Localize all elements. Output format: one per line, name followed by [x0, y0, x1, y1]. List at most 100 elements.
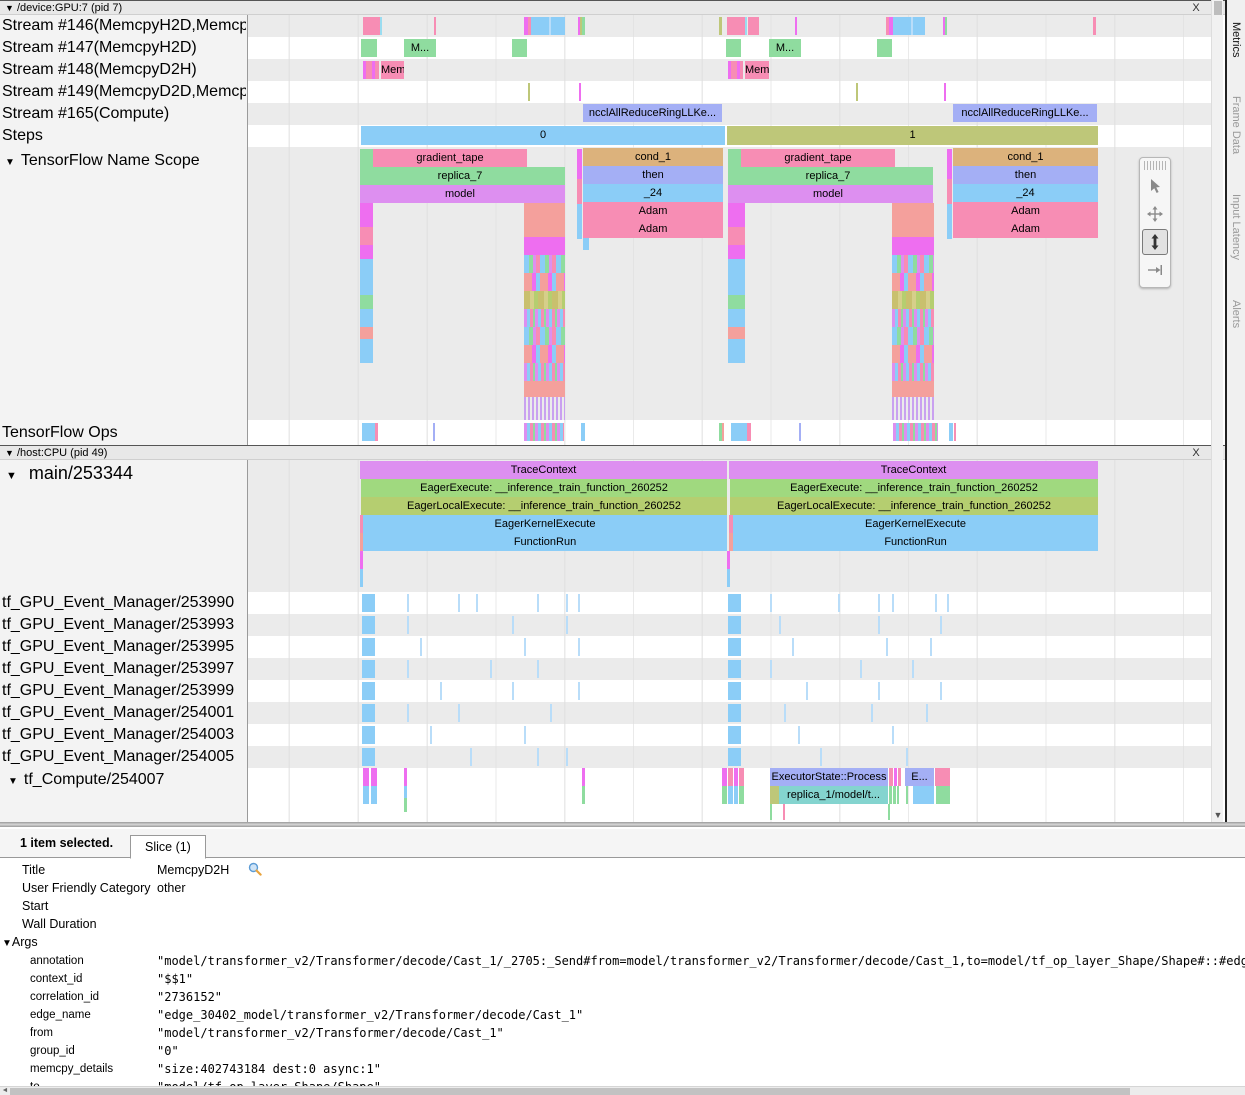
flame-column[interactable] — [577, 149, 582, 239]
trace-slice[interactable] — [407, 594, 409, 612]
trace-slice[interactable] — [458, 594, 460, 612]
trace-slice-tracecontext[interactable]: TraceContext — [729, 461, 1098, 479]
trace-slice[interactable] — [838, 594, 840, 612]
trace-slice[interactable] — [935, 768, 950, 786]
trace-slice[interactable] — [371, 786, 377, 804]
track-label-tf-compute[interactable]: ▼tf_Compute/254007 — [8, 769, 246, 793]
trace-slice[interactable] — [856, 83, 858, 101]
trace-slice[interactable] — [434, 17, 436, 35]
trace-slice[interactable] — [770, 594, 772, 612]
op-slice[interactable] — [747, 423, 751, 441]
scope-bar-label[interactable]: Adam — [583, 220, 723, 238]
trace-slice[interactable] — [770, 786, 779, 804]
trace-slice[interactable] — [728, 726, 741, 744]
trace-slice[interactable] — [728, 748, 741, 766]
scroll-left-arrow-icon[interactable]: ◄ — [0, 1087, 10, 1095]
trace-slice[interactable] — [363, 17, 380, 35]
op-slice[interactable] — [949, 423, 953, 441]
trace-slice[interactable] — [727, 569, 730, 587]
trace-slice[interactable] — [360, 551, 363, 569]
trace-slice[interactable] — [728, 786, 733, 804]
trace-slice[interactable] — [728, 682, 741, 700]
select-tool-button[interactable] — [1142, 173, 1168, 199]
trace-slice[interactable] — [745, 17, 747, 35]
trace-slice[interactable] — [371, 768, 377, 786]
trace-slice-nccl[interactable]: ncclAllReduceRingLLKe... — [953, 104, 1097, 122]
trace-slice[interactable] — [947, 594, 949, 612]
trace-slice[interactable] — [361, 39, 377, 57]
trace-slice[interactable] — [582, 786, 585, 804]
trace-slice-nccl[interactable]: ncclAllReduceRingLLKe... — [583, 104, 722, 122]
trace-slice-eager-local-execute[interactable]: EagerLocalExecute: __inference_train_fun… — [361, 497, 727, 515]
flame-column[interactable] — [524, 203, 565, 420]
trace-slice[interactable] — [728, 660, 741, 678]
trace-slice[interactable] — [728, 704, 741, 722]
trace-slice[interactable] — [892, 594, 894, 612]
trace-slice[interactable] — [722, 786, 727, 804]
trace-slice[interactable] — [739, 786, 744, 804]
op-slice[interactable] — [731, 423, 747, 441]
trace-slice[interactable] — [578, 638, 580, 656]
trace-slice[interactable] — [779, 616, 781, 634]
scope-bar[interactable]: gradient_tape — [741, 149, 895, 167]
trace-slice[interactable] — [360, 569, 363, 587]
trace-slice[interactable] — [860, 660, 862, 678]
trace-slice[interactable] — [362, 704, 375, 722]
trace-slice[interactable] — [878, 594, 880, 612]
scope-bar-label[interactable]: replica_7 — [758, 167, 898, 185]
trace-slice[interactable] — [726, 39, 741, 57]
trace-slice[interactable] — [727, 551, 730, 569]
scrollbar-thumb[interactable] — [10, 1088, 1130, 1095]
trace-slice[interactable] — [404, 798, 407, 812]
timing-tool-button[interactable] — [1142, 257, 1168, 283]
scope-bar-label[interactable]: then — [953, 166, 1098, 184]
host-pane-close-button[interactable]: X — [1189, 446, 1203, 460]
trace-slice[interactable] — [926, 704, 928, 722]
trace-slice[interactable] — [440, 682, 442, 700]
op-slice[interactable] — [362, 423, 375, 441]
trace-slice-executor-short[interactable]: E... — [905, 768, 934, 786]
pan-tool-button[interactable] — [1142, 201, 1168, 227]
trace-slice[interactable] — [795, 17, 797, 35]
trace-slice[interactable] — [583, 238, 589, 250]
scope-bar-label[interactable]: _24 — [953, 184, 1098, 202]
tab-frame-data[interactable]: Frame Data — [1230, 96, 1242, 154]
trace-slice[interactable] — [380, 17, 382, 35]
trace-slice[interactable] — [727, 17, 745, 35]
trace-slice[interactable] — [770, 660, 772, 678]
gpu-pane-close-button[interactable]: X — [1189, 1, 1203, 15]
collapse-arrow-icon[interactable]: ▼ — [2, 938, 12, 949]
trace-slice-eager-kernel-execute[interactable]: EagerKernelExecute — [733, 515, 1098, 533]
trace-slice[interactable] — [582, 768, 585, 786]
trace-slice[interactable] — [528, 83, 530, 101]
collapse-arrow-icon[interactable]: ▼ — [6, 470, 17, 482]
trace-slice[interactable] — [1093, 17, 1096, 35]
trace-slice[interactable] — [734, 786, 738, 804]
trace-slice[interactable] — [945, 17, 947, 35]
trace-slice-function-run[interactable]: FunctionRun — [363, 533, 727, 551]
vertical-scrollbar[interactable]: ▼ — [1211, 0, 1223, 822]
trace-slice[interactable] — [362, 616, 375, 634]
trace-slice[interactable] — [551, 17, 565, 35]
tab-metrics[interactable]: Metrics — [1230, 22, 1242, 57]
trace-slice[interactable] — [407, 660, 409, 678]
scope-bar-label[interactable]: Adam — [953, 220, 1098, 238]
scope-bar-label[interactable]: cond_1 — [583, 148, 723, 166]
scope-bar-label[interactable]: model — [390, 185, 530, 203]
trace-slice[interactable] — [878, 616, 880, 634]
trace-slice[interactable] — [512, 39, 527, 57]
op-slice[interactable] — [375, 423, 378, 441]
trace-slice[interactable] — [739, 768, 744, 786]
trace-slice[interactable] — [892, 726, 894, 744]
trace-slice[interactable] — [566, 594, 568, 612]
trace-slice[interactable] — [728, 616, 741, 634]
trace-slice[interactable] — [889, 768, 893, 786]
trace-slice-function-run[interactable]: FunctionRun — [733, 533, 1098, 551]
trace-slice-memcpy-d2h[interactable]: Mem — [745, 61, 769, 79]
trace-slice[interactable] — [722, 768, 727, 786]
scope-bar-label[interactable]: Adam — [953, 202, 1098, 220]
trace-slice[interactable] — [893, 17, 911, 35]
trace-slice[interactable] — [940, 616, 942, 634]
trace-slice[interactable] — [877, 39, 892, 57]
scope-bar-label[interactable]: then — [583, 166, 723, 184]
